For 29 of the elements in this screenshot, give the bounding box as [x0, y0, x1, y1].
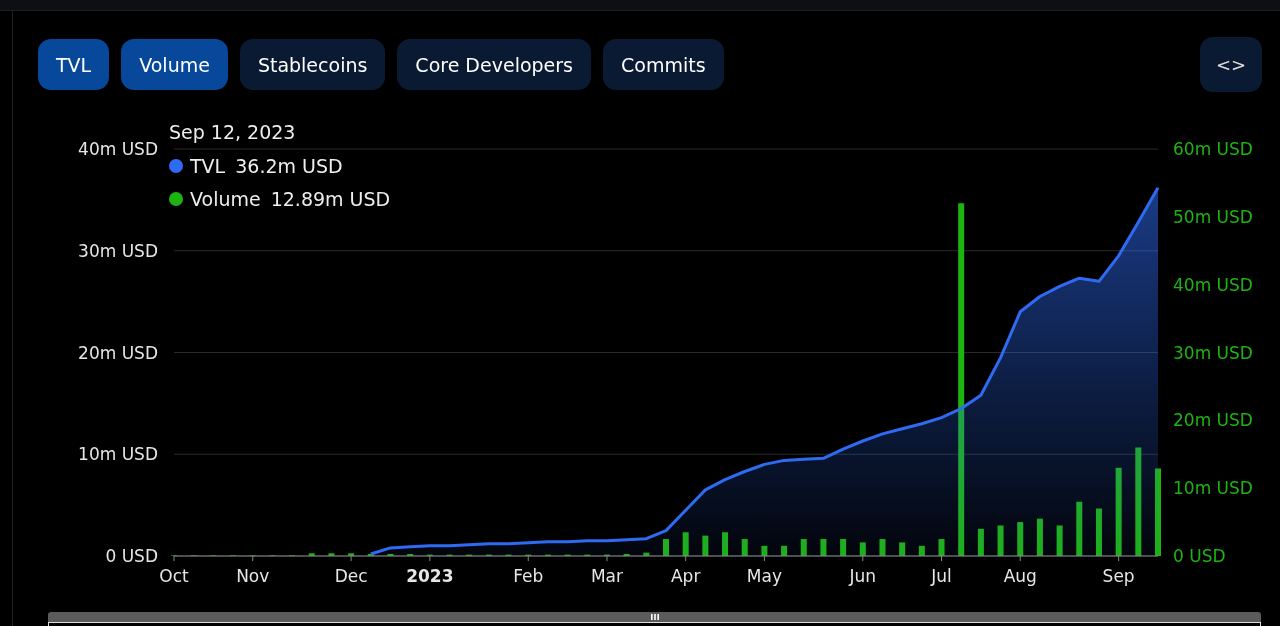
axis-label: 40m USD [78, 139, 158, 159]
series-value: 12.89m USD [270, 187, 391, 210]
axis-label: Sep [1102, 566, 1135, 586]
axis-label: Apr [670, 566, 701, 586]
series-name: TVL [190, 154, 226, 177]
tooltip-date: Sep 12, 2023 [169, 121, 297, 143]
axis-label: 40m USD [1173, 274, 1253, 295]
series-name: Volume [190, 187, 261, 210]
axis-label: 0 USD [1173, 546, 1226, 566]
axis-label: 20m USD [78, 342, 158, 363]
axis-label: Jul [931, 566, 952, 586]
axis-label: 30m USD [78, 240, 158, 261]
axis-label: 0 USD [105, 546, 158, 566]
axis-label: Nov [236, 566, 270, 586]
series-value: 36.2m USD [235, 154, 343, 177]
axis-label: Feb [513, 566, 544, 586]
axis-label: Aug [1003, 566, 1037, 586]
axis-label: Dec [334, 566, 368, 586]
axis-label: Mar [590, 566, 623, 586]
axis-label: 2023 [406, 566, 454, 586]
axis-label: May [746, 566, 782, 586]
axis-label: 30m USD [1173, 342, 1253, 363]
axis-label: Oct [159, 566, 189, 586]
axis-label: 20m USD [1173, 410, 1253, 431]
axis-label: 10m USD [1173, 478, 1253, 499]
axis-label: 50m USD [1173, 206, 1253, 227]
axis-label: 60m USD [1173, 139, 1253, 159]
axis-label: 10m USD [78, 444, 158, 465]
axis-label: Jun [849, 566, 877, 586]
